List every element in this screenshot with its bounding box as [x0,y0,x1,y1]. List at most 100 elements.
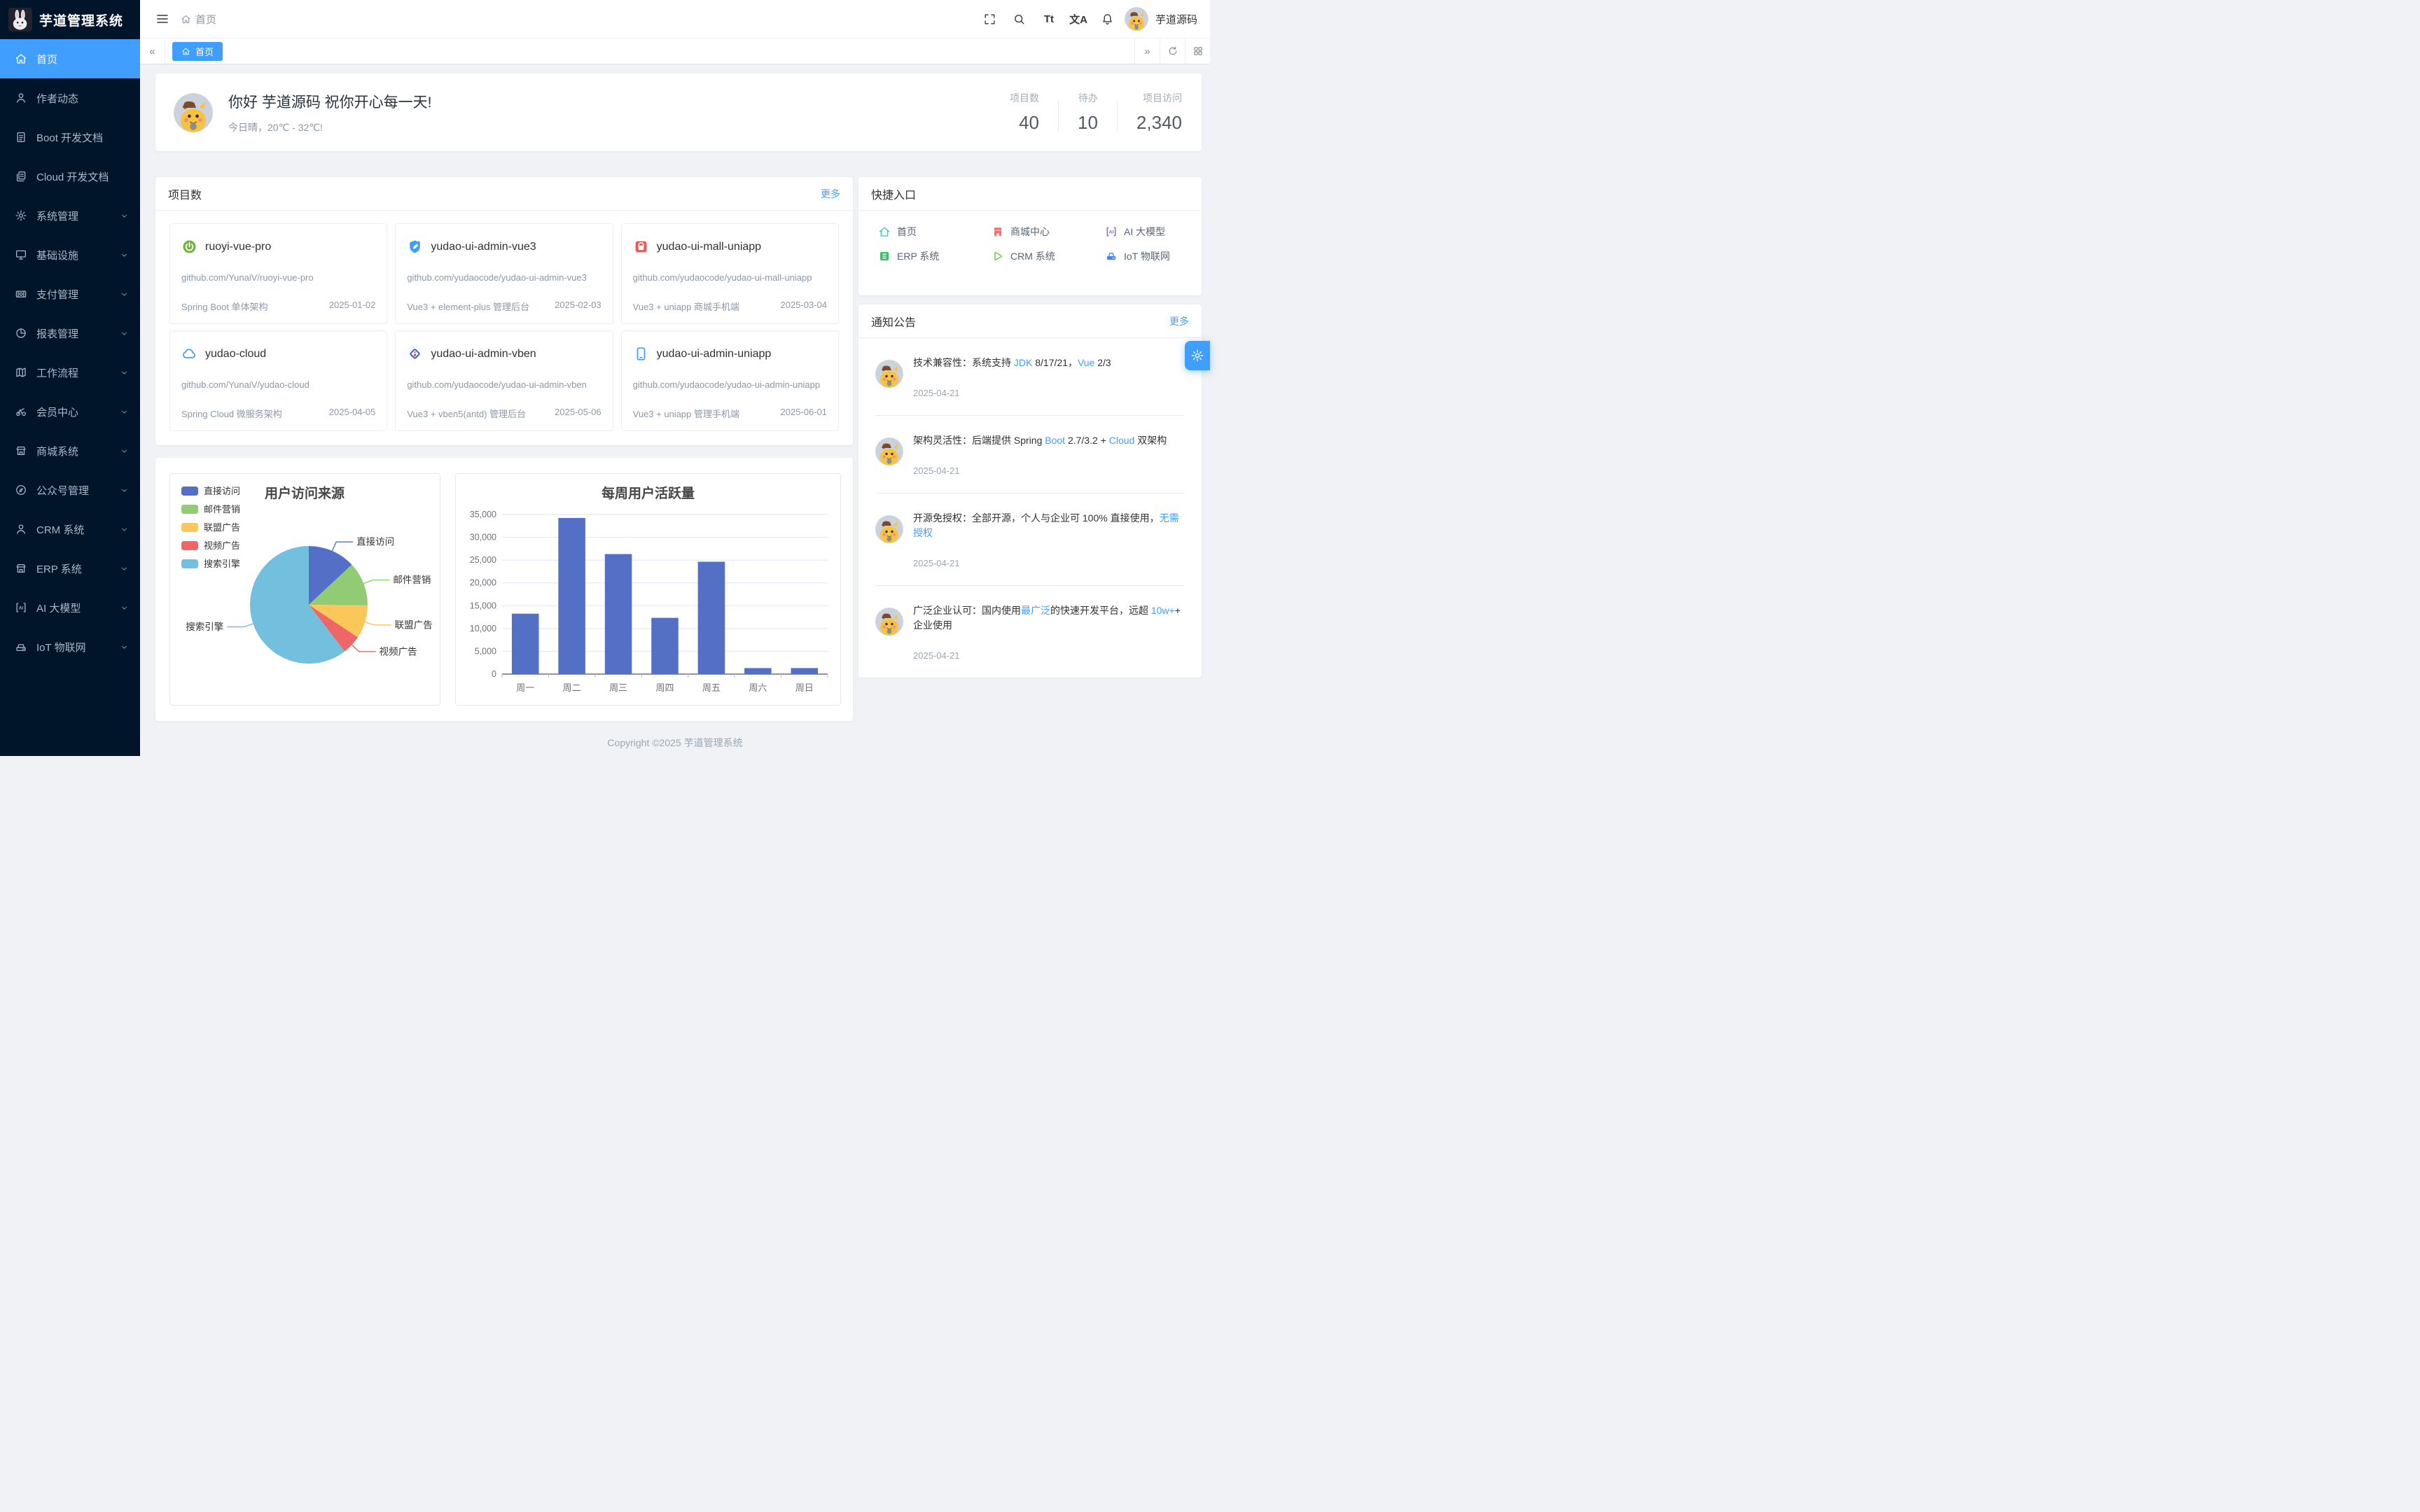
sidebar-item-会员中心[interactable]: 会员中心 [0,392,140,431]
home-outline-icon [878,225,891,238]
sidebar-item-支付管理[interactable]: 支付管理 [0,274,140,314]
projects-panel-title: 项目数 [168,186,202,202]
tabs-strip: 首页 [165,38,1134,64]
chevrons-right-icon: » [1144,46,1150,57]
notice-item[interactable]: 技术兼容性：系统支持 JDK 8/17/21，Vue 2/3 2025-04-2… [875,338,1185,416]
stat-value: 10 [1078,112,1098,134]
project-desc: Vue3 + uniapp 商城手机端 [633,300,739,313]
user-avatar[interactable] [1125,7,1148,31]
notice-text: 广泛企业认可：国内使用 [913,605,1021,616]
breadcrumb[interactable]: 首页 [181,12,216,27]
svg-text:周三: 周三 [609,682,627,693]
quick-entry-IoT 物联网[interactable]: IoT 物联网 [1088,245,1202,267]
language-button[interactable]: 文A [1066,6,1091,31]
map-icon [15,366,27,379]
quick-entry-AI 大模型[interactable]: AIAI 大模型 [1088,220,1202,243]
sidebar-item-公众号管理[interactable]: 公众号管理 [0,470,140,510]
sidebar-item-CRM 系统[interactable]: CRM 系统 [0,510,140,549]
collapse-menu-button[interactable] [150,6,175,31]
tab-首页[interactable]: 首页 [172,42,223,61]
notice-item[interactable]: 广泛企业认可：国内使用最广泛的快速开发平台，远超 10w++ 企业使用 2025… [875,586,1185,678]
stat-项目数: 项目数40 [991,91,1058,134]
project-card-yudao-ui-admin-vben[interactable]: yudao-ui-admin-vben github.com/yudaocode… [395,330,613,431]
quick-entry-商城中心[interactable]: 商城中心 [975,220,1088,243]
notice-avatar [875,608,903,636]
tabs-scroll-right-button[interactable]: » [1134,38,1160,64]
quick-entry-label: ERP 系统 [897,249,939,263]
fullscreen-button[interactable] [978,6,1003,31]
ai-icon: AI [15,601,27,614]
sidebar-item-ERP 系统[interactable]: ERP 系统 [0,549,140,588]
svg-text:周五: 周五 [702,682,721,693]
notice-link[interactable]: Cloud [1109,435,1135,446]
notice-link[interactable]: 最广泛 [1021,605,1050,616]
tabs-scroll-left-button[interactable]: « [140,38,165,64]
svg-text:25,000: 25,000 [470,555,496,565]
notice-link[interactable]: Vue [1078,357,1094,368]
stat-项目访问: 项目访问2,340 [1118,91,1183,134]
quick-entry-首页[interactable]: 首页 [861,220,975,243]
notification-button[interactable] [1095,6,1120,31]
sidebar-item-Cloud 开发文档[interactable]: Cloud 开发文档 [0,157,140,196]
settings-fab-button[interactable] [1185,341,1210,370]
username[interactable]: 芋道源码 [1155,12,1197,27]
sidebar-item-系统管理[interactable]: 系统管理 [0,196,140,235]
notices-more-link[interactable]: 更多 [1169,314,1189,328]
notice-item[interactable]: 架构灵活性：后端提供 Spring Boot 2.7/3.2 + Cloud 双… [875,416,1185,493]
monitor-icon [15,248,27,261]
svg-text:直接访问: 直接访问 [204,486,240,496]
project-name: yudao-ui-mall-uniapp [657,241,761,253]
svg-text:0: 0 [492,669,496,679]
notice-link[interactable]: 10w+ [1151,605,1175,616]
shield-pen-icon [407,239,423,255]
greeting-text: 你好 芋道源码 祝你开心每一天! [228,91,432,112]
notice-title: 广泛企业认可：国内使用最广泛的快速开发平台，远超 10w++ 企业使用 [913,603,1185,633]
sidebar-item-首页[interactable]: 首页 [0,39,140,78]
sidebar-item-Boot 开发文档[interactable]: Boot 开发文档 [0,118,140,157]
sidebar-item-AI 大模型[interactable]: AI AI 大模型 [0,588,140,627]
quick-entry-label: AI 大模型 [1124,225,1165,239]
sidebar-item-IoT 物联网[interactable]: IoT 物联网 [0,627,140,666]
sidebar-item-商城系统[interactable]: 商城系统 [0,431,140,470]
project-desc: Vue3 + element-plus 管理后台 [407,300,529,313]
sidebar-item-报表管理[interactable]: 报表管理 [0,314,140,353]
notice-text: 技术兼容性：系统支持 [913,357,1014,368]
notice-link[interactable]: JDK [1014,357,1032,368]
layout-grid-icon [1192,46,1204,57]
project-card-yudao-ui-admin-vue3[interactable]: yudao-ui-admin-vue3 github.com/yudaocode… [395,223,613,324]
project-card-yudao-ui-mall-uniapp[interactable]: yudao-ui-mall-uniapp github.com/yudaocod… [621,223,839,324]
projects-grid: ruoyi-vue-pro github.com/YunaiV/ruoyi-vu… [155,211,853,445]
sidebar-item-label: AI 大模型 [36,601,81,615]
sidebar-item-label: 基础设施 [36,248,78,262]
project-url: github.com/YunaiV/yudao-cloud [181,378,375,391]
notice-text: 架构灵活性：后端提供 Spring [913,435,1045,446]
sidebar-item-工作流程[interactable]: 工作流程 [0,353,140,392]
home-icon [181,14,191,24]
sidebar-item-作者动态[interactable]: 作者动态 [0,78,140,118]
project-url: github.com/yudaocode/yudao-ui-admin-vben [407,378,601,391]
projects-more-link[interactable]: 更多 [821,187,840,201]
project-card-ruoyi-vue-pro[interactable]: ruoyi-vue-pro github.com/YunaiV/ruoyi-vu… [169,223,387,324]
notice-item[interactable]: 开源免授权：全部开源，个人与企业可 100% 直接使用，无需授权 2025-04… [875,493,1185,586]
stat-value: 40 [1010,112,1039,134]
shop-icon [15,444,27,457]
svg-text:周四: 周四 [655,682,674,693]
page-content: 你好 芋道源码 祝你开心每一天! 今日晴，20℃ - 32℃! 项目数40待办1… [140,64,1210,756]
sidebar-item-基础设施[interactable]: 基础设施 [0,235,140,274]
quick-entry-ERP 系统[interactable]: ERP 系统 [861,245,975,267]
sidebar-item-label: Boot 开发文档 [36,130,103,145]
project-card-yudao-cloud[interactable]: yudao-cloud github.com/YunaiV/yudao-clou… [169,330,387,431]
notice-link[interactable]: Boot [1045,435,1065,446]
project-name: yudao-ui-admin-vue3 [431,241,536,253]
search-button[interactable] [1007,6,1032,31]
project-card-yudao-ui-admin-uniapp[interactable]: yudao-ui-admin-uniapp github.com/yudaoco… [621,330,839,431]
red-bag-icon [633,239,649,255]
font-size-icon: Tt [1044,13,1054,25]
tab-refresh-button[interactable] [1160,38,1185,64]
quick-entry-CRM 系统[interactable]: CRM 系统 [975,245,1088,267]
notice-text: 双架构 [1134,435,1167,446]
font-size-button[interactable]: Tt [1036,6,1062,31]
logo[interactable]: 芋道管理系统 [0,0,140,39]
tab-layout-button[interactable] [1185,38,1210,64]
sidebar-item-label: 作者动态 [36,91,78,106]
